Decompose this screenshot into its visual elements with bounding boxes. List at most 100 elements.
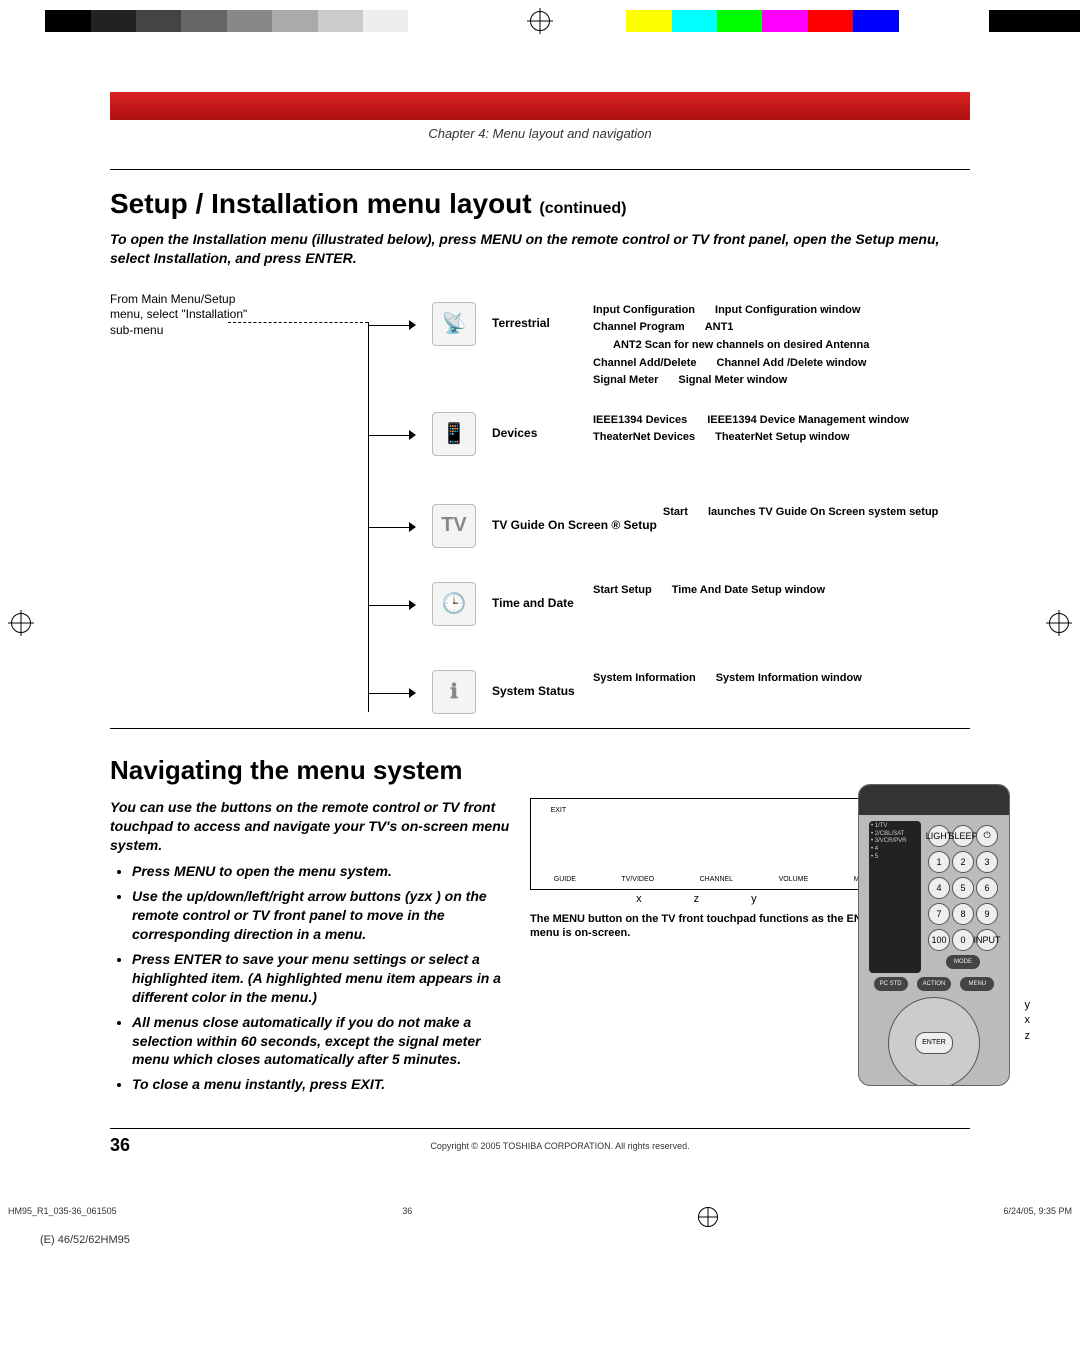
menu-node-terrestrial: 📡TerrestrialInput ConfigurationInput Con… [368, 302, 869, 390]
submenu-item: Input Configuration [593, 302, 695, 320]
arrow-icon [368, 426, 416, 444]
submenu-list: IEEE1394 Devices IEEE1394 Device Manageme… [593, 412, 909, 447]
submenu-item: IEEE1394 Devices [593, 412, 687, 430]
submenu-desc: Channel Add /Delete window [717, 355, 867, 373]
arrow-icon [368, 316, 416, 334]
remote-number-key: 9 [976, 903, 998, 925]
submenu-item: Start Setup [593, 582, 652, 600]
remote-control-illustration: • 1/TV• 2/CBL/SAT• 3/VCR/PVR• 4• 5 LIGHT… [858, 784, 1010, 1086]
chapter-header-bar [110, 92, 970, 120]
page-footer: 36 Copyright © 2005 TOSHIBA CORPORATION.… [110, 1128, 970, 1156]
menu-icon: TV [432, 504, 476, 548]
menu-label: System Status [492, 670, 587, 698]
remote-number-key: INPUT [976, 929, 998, 951]
remote-mode-label: • 3/VCR/PVR [871, 838, 919, 846]
enter-button: ENTER [915, 1032, 953, 1054]
menu-node-tv-guide-on-screen-setup: TVTV Guide On Screen ® SetupStartlaunche… [368, 504, 938, 548]
remote-pill-button: ACTION [917, 977, 951, 991]
arrow-icon [368, 684, 416, 702]
menu-node-system-status: ℹ System Status System InformationSystem I… [368, 670, 862, 714]
tv-panel-label [648, 807, 688, 814]
submenu-desc: ANT2 Scan for new channels on desired An… [613, 337, 869, 355]
remote-mode-label: • 4 [871, 846, 919, 854]
submenu-list: Input Configuration Input Configuration w… [593, 302, 869, 390]
submenu-desc: Signal Meter window [678, 372, 787, 390]
registration-mark-top [527, 8, 553, 34]
menu-label: Devices [492, 412, 587, 440]
tv-panel-button-label: VOLUME [779, 876, 809, 883]
remote-number-key: 0 [952, 929, 974, 951]
remote-number-key: 100 [928, 929, 950, 951]
remote-number-key: 5 [952, 877, 974, 899]
dpad: ENTER [888, 997, 980, 1086]
divider [110, 169, 970, 170]
remote-number-key: 4 [928, 877, 950, 899]
section-title-navigating: Navigating the menu system [110, 755, 970, 786]
axis-label: z [694, 893, 700, 905]
remote-key: LIGHT [928, 825, 950, 847]
tv-panel-label: EXIT [538, 807, 578, 814]
title-main: Setup / Installation menu layout [110, 188, 539, 219]
submenu-list: Start Setup Time And Date Setup window [593, 582, 825, 600]
menu-node-time-and-date: 🕒 Time and Date Start Setup Time And Date S… [368, 582, 825, 626]
nav-bullet: To close a menu instantly, press EXIT. [132, 1075, 518, 1094]
submenu-item: Signal Meter [593, 372, 658, 390]
menu-node-devices: 📱 Devices IEEE1394 Devices IEEE1394 Device … [368, 412, 909, 456]
intro-paragraph: To open the Installation menu (illustrat… [110, 230, 970, 268]
page-number: 36 [110, 1135, 150, 1156]
submenu-item: Channel Program [593, 319, 685, 337]
menu-label: Time and Date [492, 582, 587, 610]
printer-page: 36 [402, 1206, 412, 1228]
dash-connector [228, 322, 368, 323]
remote-mode-label: • 1/TV [871, 823, 919, 831]
submenu-desc: IEEE1394 Device Management window [707, 412, 909, 430]
axis-label: y [1025, 998, 1031, 1013]
remote-number-key: 3 [976, 851, 998, 873]
remote-pill-button: MENU [960, 977, 994, 991]
navigation-instructions: You can use the buttons on the remote co… [110, 798, 518, 1102]
axis-label: x [636, 893, 642, 905]
axis-label: x [1025, 1013, 1031, 1028]
submenu-list: System InformationSystem Information win… [593, 670, 862, 688]
remote-number-key: 8 [952, 903, 974, 925]
submenu-item: Channel Add/Delete [593, 355, 697, 373]
printer-color-bar [0, 10, 1080, 32]
submenu-desc: Time And Date Setup window [672, 582, 825, 600]
remote-key: ⏻ [976, 825, 998, 847]
tv-panel-button-label: CHANNEL [700, 876, 733, 883]
remote-mode-label: • 5 [871, 854, 919, 862]
nav-bullet: Press ENTER to save your menu settings o… [132, 950, 518, 1007]
remote-key: SLEEP [952, 825, 974, 847]
menu-icon: ℹ [432, 670, 476, 714]
tv-panel-label [812, 807, 852, 814]
from-main-menu-note: From Main Menu/Setup menu, select "Insta… [110, 292, 270, 339]
tv-panel-label [593, 807, 633, 814]
menu-icon: 🕒 [432, 582, 476, 626]
printer-date: 6/24/05, 9:35 PM [1003, 1206, 1072, 1228]
submenu-list: Startlaunches TV Guide On Screen system … [663, 504, 939, 522]
tv-panel-label [703, 807, 743, 814]
submenu-desc: ANT1 [705, 319, 734, 337]
mode-button: MODE [946, 955, 980, 969]
axis-label: y [751, 893, 757, 905]
submenu-desc: TheaterNet Setup window [715, 429, 849, 447]
menu-label: Terrestrial [492, 302, 587, 330]
arrow-icon [368, 596, 416, 614]
model-code: (E) 46/52/62HM95 [40, 1234, 1080, 1246]
nav-bullet: Use the up/down/left/right arrow buttons… [132, 887, 518, 944]
nav-bullet: Press MENU to open the menu system. [132, 862, 518, 881]
submenu-desc: Input Configuration window [715, 302, 860, 320]
axis-label: z [1025, 1029, 1031, 1044]
nav-intro: You can use the buttons on the remote co… [110, 798, 518, 855]
page-title: Setup / Installation menu layout (contin… [110, 188, 970, 220]
menu-icon: 📱 [432, 412, 476, 456]
chapter-label: Chapter 4: Menu layout and navigation [110, 126, 970, 141]
remote-number-key: 2 [952, 851, 974, 873]
remote-number-key: 1 [928, 851, 950, 873]
menu-icon: 📡 [432, 302, 476, 346]
title-suffix: (continued) [539, 200, 626, 217]
submenu-desc: launches TV Guide On Screen system setup [708, 504, 938, 522]
submenu-item: TheaterNet Devices [593, 429, 695, 447]
remote-number-key: 7 [928, 903, 950, 925]
remote-number-key: 6 [976, 877, 998, 899]
